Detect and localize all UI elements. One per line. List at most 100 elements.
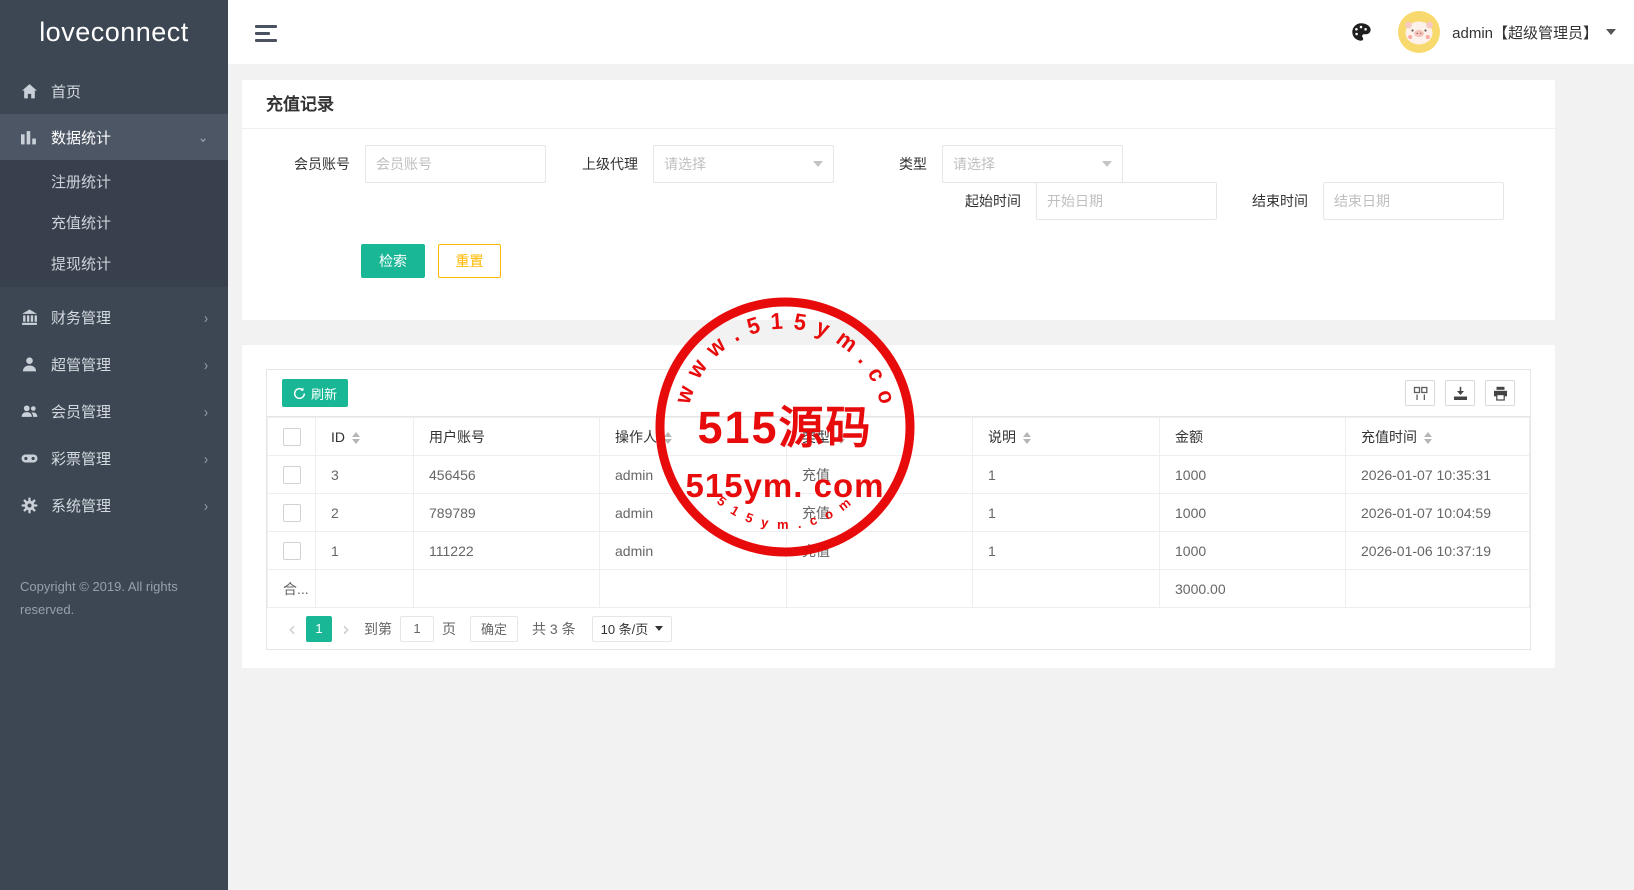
page-unit-label: 页 [442, 619, 456, 639]
sidebar-subitem-recharge-stats[interactable]: 充值统计 [0, 203, 228, 244]
sort-icon [1023, 432, 1031, 444]
next-page-icon[interactable]: › [336, 619, 356, 639]
sidebar-item-label: 财务管理 [51, 307, 111, 328]
copyright-text: Copyright © 2019. All rights reserved. [0, 575, 210, 621]
table-header-row: ID 用户账号 操作人 类型 说明 金额 充值时间 [268, 418, 1530, 456]
current-page-button[interactable]: 1 [306, 616, 332, 642]
table-row: 1 111222 admin 充值 1 1000 2026-01-06 10:3… [268, 532, 1530, 570]
users-icon [20, 403, 38, 421]
user-menu[interactable]: admin【超级管理员】 [1452, 22, 1598, 43]
recharge-record-card: 充值记录 会员账号 上级代理 请选择 类型 请选择 起始时间 结束时间 [242, 80, 1555, 320]
theme-palette-icon[interactable] [1350, 21, 1372, 43]
sidebar: loveconnect 首页 数据统计 ⌄ 注册统计 充值统计 提现统计 [0, 0, 228, 890]
sort-icon [352, 432, 360, 444]
type-label: 类型 [899, 154, 927, 174]
member-account-label: 会员账号 [294, 154, 350, 174]
chevron-right-icon: › [204, 497, 208, 514]
sidebar-item-members[interactable]: 会员管理 › [0, 388, 228, 435]
chevron-right-icon: › [204, 450, 208, 467]
column-header-id[interactable]: ID [316, 418, 414, 456]
row-checkbox[interactable] [283, 466, 301, 484]
start-time-label: 起始时间 [965, 191, 1021, 211]
bank-icon [20, 309, 38, 327]
top-header: admin【超级管理员】 [228, 0, 1634, 64]
export-button[interactable] [1445, 380, 1475, 406]
page-size-select[interactable]: 10 条/页 [592, 616, 673, 642]
select-caret-icon [1102, 161, 1112, 167]
user-icon [20, 356, 38, 374]
page-number-input[interactable] [400, 616, 434, 642]
total-count-label: 共 3 条 [532, 619, 576, 639]
app-root: loveconnect 首页 数据统计 ⌄ 注册统计 充值统计 提现统计 [0, 0, 1634, 890]
column-header-note[interactable]: 说明 [973, 418, 1160, 456]
column-header-type[interactable]: 类型 [787, 418, 973, 456]
column-header-account: 用户账号 [414, 418, 600, 456]
column-header-operator[interactable]: 操作人 [600, 418, 787, 456]
sidebar-item-label: 彩票管理 [51, 448, 111, 469]
total-amount: 3000.00 [1160, 570, 1346, 608]
records-table-card: 刷新 [242, 345, 1555, 668]
sort-icon [837, 432, 845, 444]
member-account-input[interactable] [365, 145, 546, 183]
sidebar-item-system[interactable]: 系统管理 › [0, 482, 228, 529]
sidebar-item-label: 数据统计 [51, 127, 111, 148]
page-size-value: 10 条/页 [601, 619, 649, 638]
select-caret-icon [655, 626, 663, 631]
sidebar-item-statistics[interactable]: 数据统计 ⌄ [0, 114, 228, 160]
chevron-down-icon: ⌄ [198, 129, 208, 146]
statistics-submenu: 注册统计 充值统计 提现统计 [0, 160, 228, 287]
total-label: 合... [268, 570, 316, 608]
refresh-button[interactable]: 刷新 [282, 379, 348, 407]
sidebar-item-lottery[interactable]: 彩票管理 › [0, 435, 228, 482]
pagination-bar: ‹ 1 › 到第 页 确定 共 3 条 10 条/页 [267, 608, 1530, 649]
sidebar-item-home[interactable]: 首页 [0, 68, 228, 114]
sort-icon [664, 432, 672, 444]
records-table: ID 用户账号 操作人 类型 说明 金额 充值时间 3 456456 admi [267, 417, 1530, 608]
sort-icon [1424, 432, 1432, 444]
app-logo: loveconnect [0, 0, 228, 64]
row-checkbox[interactable] [283, 542, 301, 560]
parent-agent-label: 上级代理 [582, 154, 638, 174]
select-all-checkbox[interactable] [283, 428, 301, 446]
sidebar-item-finance[interactable]: 财务管理 › [0, 294, 228, 341]
end-date-input[interactable] [1323, 182, 1504, 220]
confirm-page-button[interactable]: 确定 [470, 616, 518, 642]
prev-page-icon[interactable]: ‹ [282, 619, 302, 639]
refresh-icon [293, 387, 306, 400]
type-select[interactable]: 请选择 [942, 145, 1123, 183]
menu-toggle-icon[interactable] [255, 25, 277, 42]
select-caret-icon [813, 161, 823, 167]
table-row: 2 789789 admin 充值 1 1000 2026-01-07 10:0… [268, 494, 1530, 532]
column-header-time[interactable]: 充值时间 [1346, 418, 1530, 456]
table-widget: 刷新 [266, 369, 1531, 650]
start-date-input[interactable] [1036, 182, 1217, 220]
chevron-right-icon: › [204, 356, 208, 373]
chevron-right-icon: › [204, 309, 208, 326]
search-button[interactable]: 检索 [361, 244, 425, 278]
table-toolbar: 刷新 [267, 370, 1530, 417]
sidebar-subitem-withdraw-stats[interactable]: 提现统计 [0, 244, 228, 285]
row-checkbox[interactable] [283, 504, 301, 522]
sidebar-item-label: 超管管理 [51, 354, 111, 375]
ticket-icon [20, 450, 38, 468]
sidebar-subitem-register-stats[interactable]: 注册统计 [0, 162, 228, 203]
gear-icon [20, 497, 38, 515]
sidebar-item-label: 系统管理 [51, 495, 111, 516]
sidebar-item-label: 会员管理 [51, 401, 111, 422]
sidebar-item-label: 首页 [51, 81, 81, 102]
table-total-row: 合... 3000.00 [268, 570, 1530, 608]
sidebar-item-superadmin[interactable]: 超管管理 › [0, 341, 228, 388]
page-title: 充值记录 [242, 80, 1555, 129]
user-menu-caret-icon [1606, 29, 1616, 35]
filter-columns-button[interactable] [1405, 380, 1435, 406]
parent-agent-select-value: 请选择 [664, 154, 706, 174]
home-icon [20, 82, 38, 100]
reset-button[interactable]: 重置 [438, 244, 501, 278]
table-row: 3 456456 admin 充值 1 1000 2026-01-07 10:3… [268, 456, 1530, 494]
chevron-right-icon: › [204, 403, 208, 420]
user-avatar[interactable] [1398, 11, 1440, 53]
parent-agent-select[interactable]: 请选择 [653, 145, 834, 183]
type-select-value: 请选择 [953, 154, 995, 174]
print-icon [1493, 386, 1508, 401]
print-button[interactable] [1485, 380, 1515, 406]
